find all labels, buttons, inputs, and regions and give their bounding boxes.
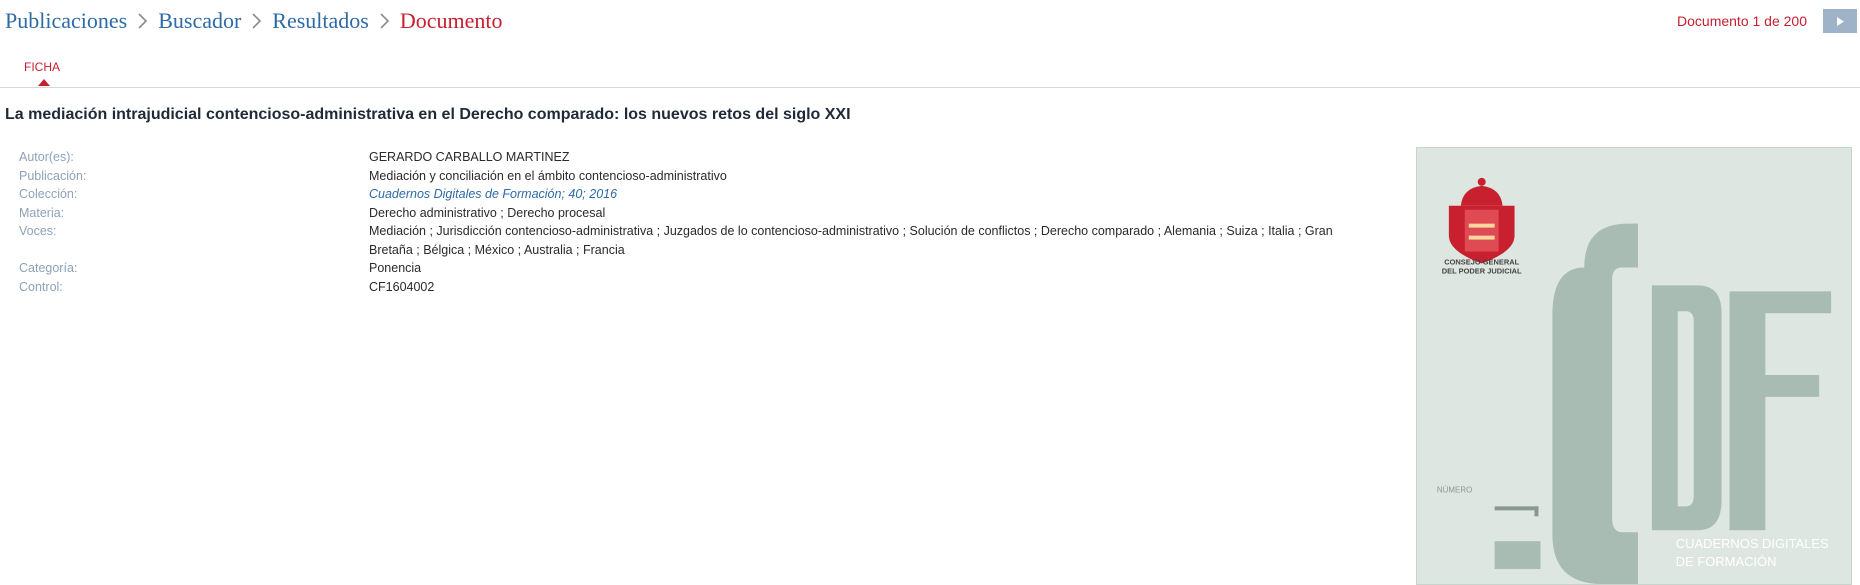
metadata-row-categoria: Categoría: Ponencia bbox=[19, 259, 1374, 278]
chevron-right-icon bbox=[379, 13, 390, 29]
document-metadata: Autor(es): GERARDO CARBALLO MARTINEZ Pub… bbox=[19, 148, 1374, 296]
chevron-right-icon bbox=[137, 13, 148, 29]
active-tab-indicator bbox=[38, 79, 50, 86]
metadata-label: Voces: bbox=[19, 224, 57, 238]
metadata-label: Colección: bbox=[19, 187, 78, 201]
breadcrumb-resultados[interactable]: Resultados bbox=[272, 8, 369, 34]
next-document-button[interactable] bbox=[1823, 9, 1857, 33]
metadata-value: Mediación y conciliación en el ámbito co… bbox=[369, 168, 727, 183]
metadata-row-control: Control: CF1604002 bbox=[19, 278, 1374, 297]
tab-bar: FICHA bbox=[0, 58, 1860, 88]
cover-org-line2: DEL PODER JUDICIAL bbox=[1442, 266, 1522, 275]
document-title: La mediación intrajudicial contencioso-a… bbox=[5, 106, 851, 123]
document-counter: Documento 1 de 200 bbox=[1677, 13, 1807, 29]
metadata-row-materia: Materia: Derecho administrativo ; Derech… bbox=[19, 204, 1374, 223]
metadata-value: Derecho administrativo ; Derecho procesa… bbox=[369, 205, 606, 220]
cover-series-line1: CUADERNOS DIGITALES bbox=[1676, 536, 1829, 551]
cover-series-line2: DE FORMACIÓN bbox=[1676, 554, 1777, 569]
metadata-label: Control: bbox=[19, 279, 63, 294]
tab-ficha[interactable]: FICHA bbox=[24, 60, 60, 74]
breadcrumb-current: Documento bbox=[399, 8, 503, 33]
metadata-value: GERARDO CARBALLO MARTINEZ bbox=[369, 150, 570, 164]
metadata-value: Ponencia bbox=[369, 261, 422, 275]
chevron-right-icon bbox=[251, 13, 262, 29]
cover-org-line1: CONSEJO GENERAL bbox=[1444, 257, 1519, 266]
metadata-row-voces: Voces: Mediación ; Jurisdicción contenci… bbox=[19, 222, 1374, 259]
caret-right-icon bbox=[1836, 14, 1844, 29]
cover-numero-label: NÚMERO bbox=[1437, 485, 1472, 494]
breadcrumb-buscador[interactable]: Buscador bbox=[158, 8, 241, 34]
coleccion-link[interactable]: Cuadernos Digitales de Formación; 40; 20… bbox=[369, 185, 1374, 204]
metadata-row-autores: Autor(es): GERARDO CARBALLO MARTINEZ bbox=[19, 148, 1374, 167]
metadata-value: Mediación ; Jurisdicción contencioso-adm… bbox=[369, 224, 1333, 257]
cover-artwork: CONSEJO GENERAL DEL PODER JUDICIAL NÚMER… bbox=[1417, 148, 1851, 584]
metadata-row-coleccion: Colección: Cuadernos Digitales de Formac… bbox=[19, 185, 1374, 204]
metadata-label: Publicación: bbox=[19, 168, 87, 183]
metadata-row-publicacion: Publicación: Mediación y conciliación en… bbox=[19, 167, 1374, 186]
document-navigation: Documento 1 de 200 bbox=[1677, 9, 1860, 33]
metadata-label: Categoría: bbox=[19, 261, 78, 275]
breadcrumb-publicaciones[interactable]: Publicaciones bbox=[5, 8, 127, 34]
metadata-value: CF1604002 bbox=[369, 279, 435, 294]
metadata-label: Autor(es): bbox=[19, 150, 74, 164]
breadcrumb: Publicaciones Buscador Resultados Docume… bbox=[5, 8, 503, 34]
publication-cover[interactable]: CONSEJO GENERAL DEL PODER JUDICIAL NÚMER… bbox=[1416, 147, 1852, 585]
metadata-label: Materia: bbox=[19, 205, 65, 220]
